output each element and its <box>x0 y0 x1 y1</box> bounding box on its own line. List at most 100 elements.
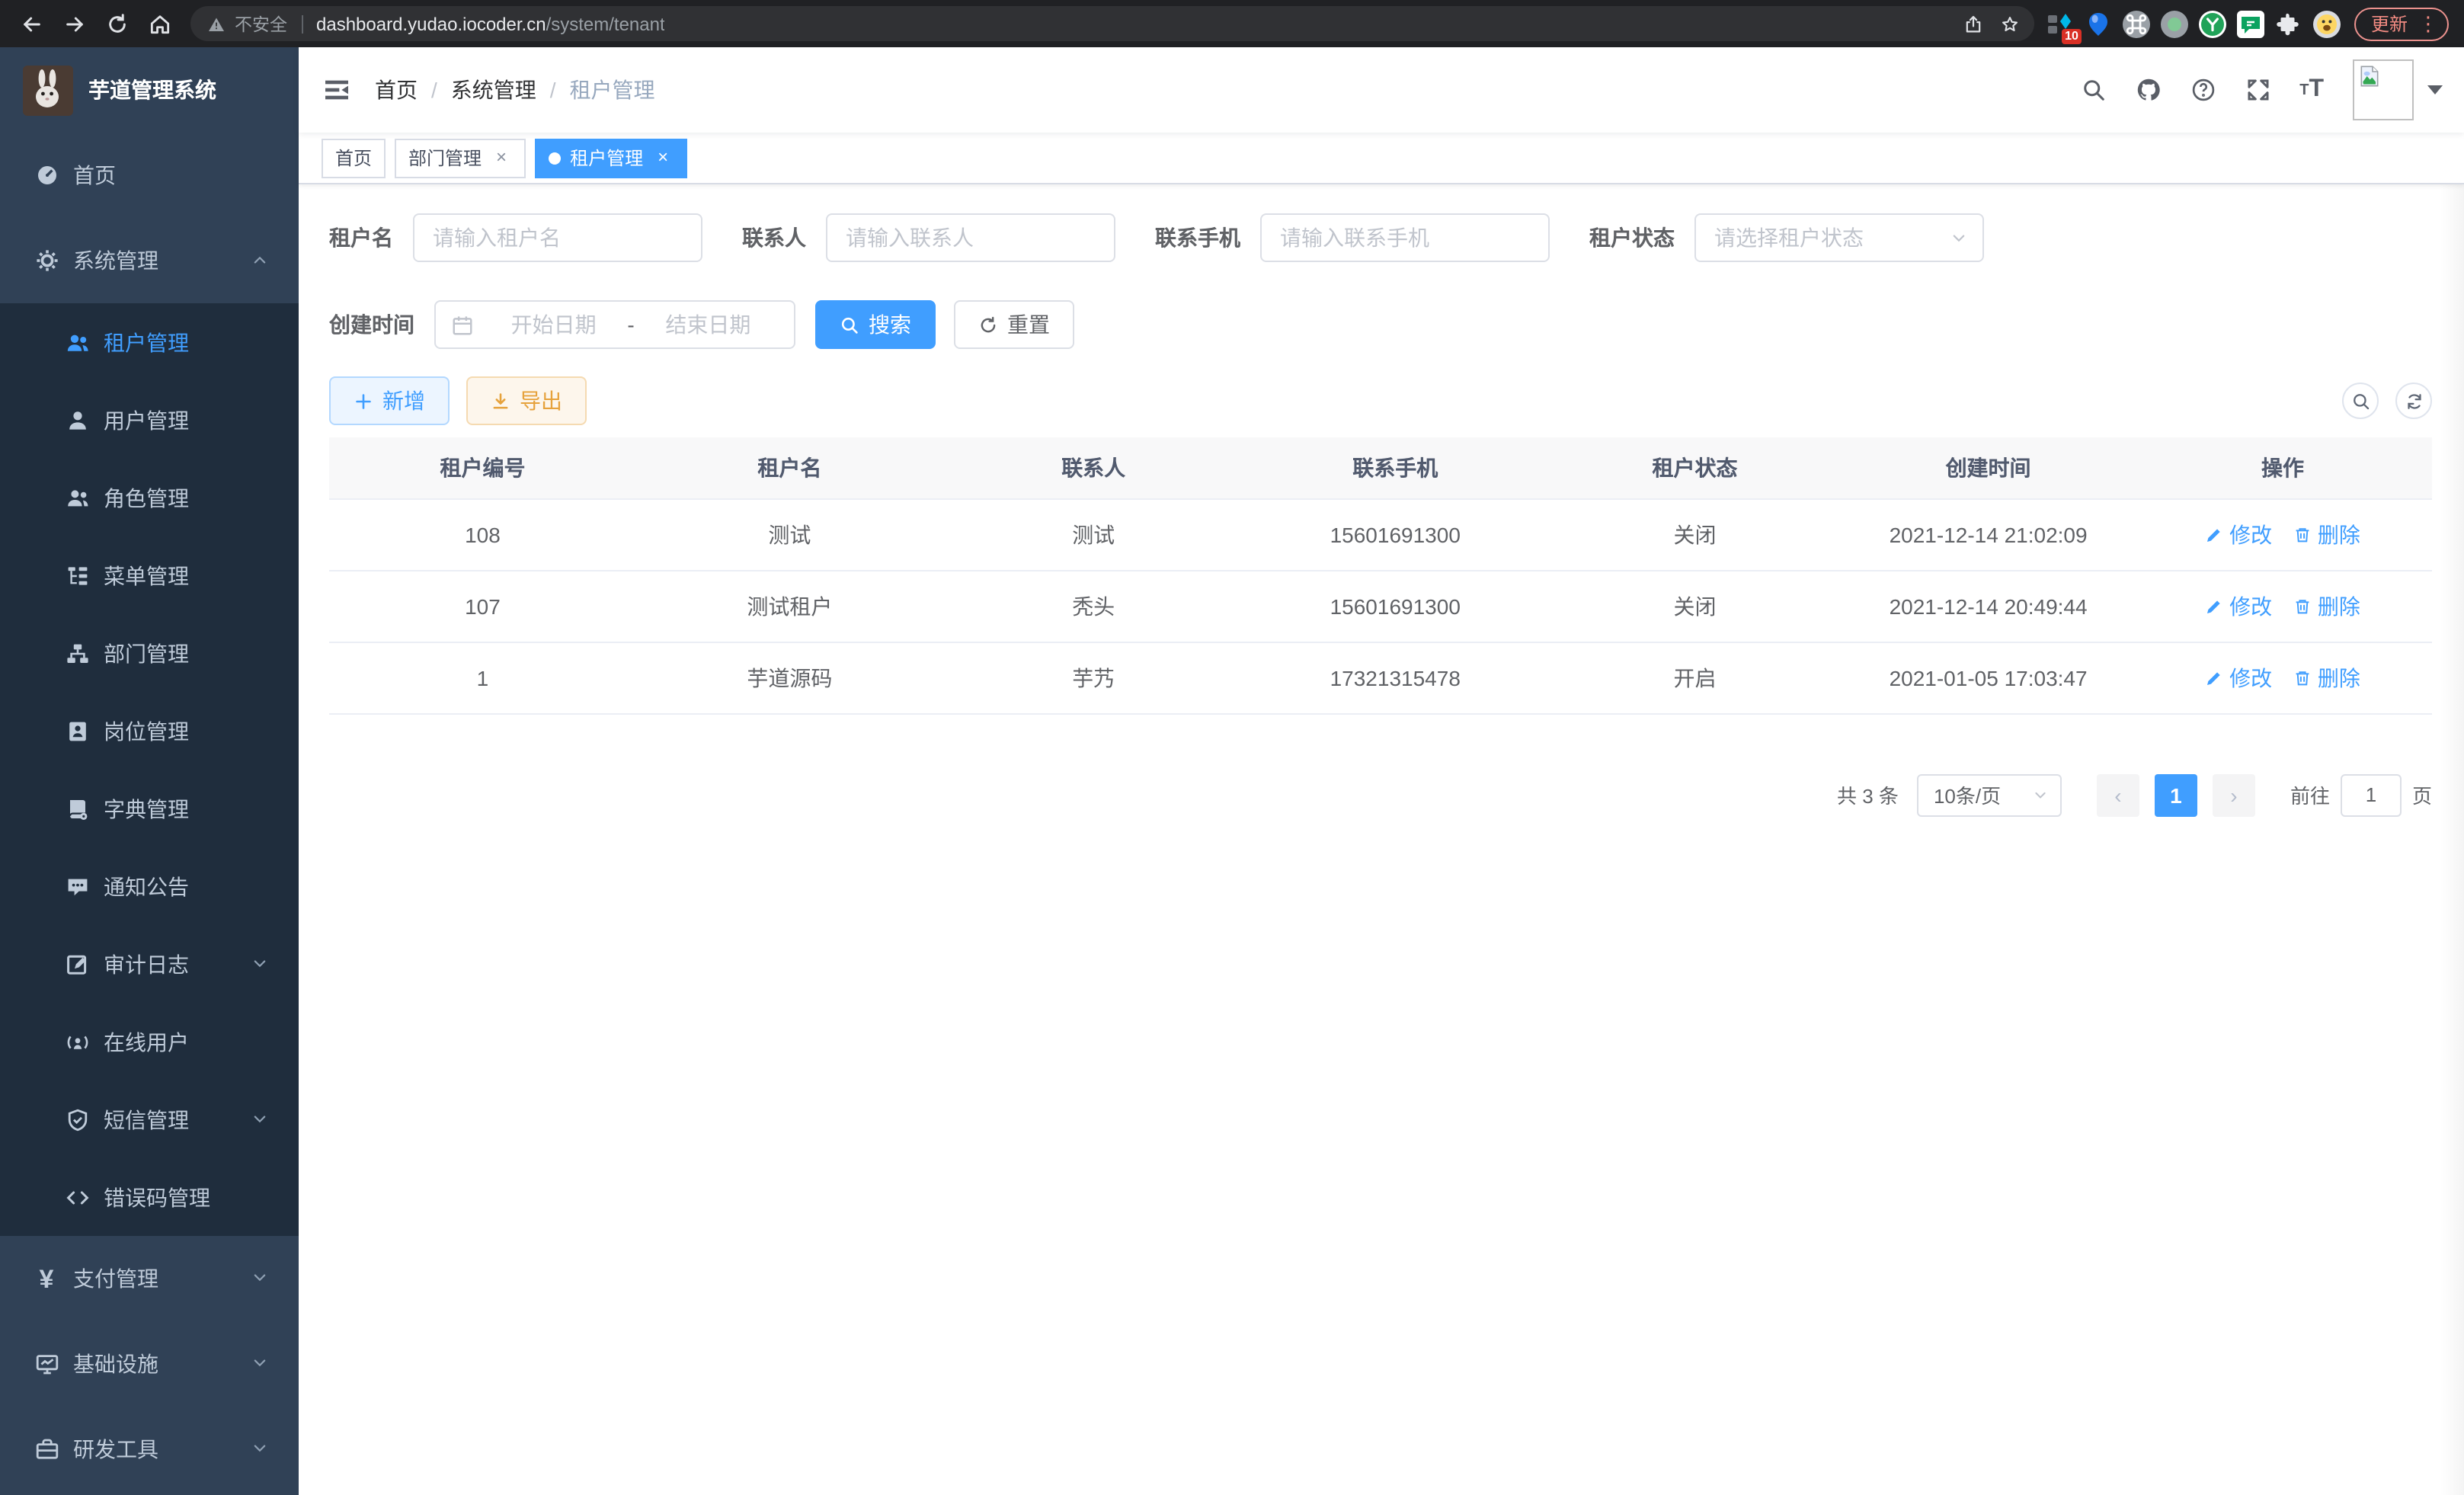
sidebar-item-online-users[interactable]: 在线用户 <box>0 1003 299 1080</box>
sidebar-item-audit-log[interactable]: 审计日志 <box>0 925 299 1003</box>
breadcrumb-home[interactable]: 首页 <box>375 75 418 105</box>
page-number-button[interactable]: 1 <box>2155 773 2197 816</box>
address-bar[interactable]: 不安全 dashboard.yudao.iocoder.cn/system/te… <box>190 6 2034 41</box>
extension-balloon-icon[interactable] <box>2085 10 2112 37</box>
status-select[interactable]: 请选择租户状态 <box>1694 213 1984 262</box>
page-size-select[interactable]: 10条/页 <box>1917 773 2062 816</box>
browser-menu-dots-icon[interactable]: ⋮ <box>2418 11 2438 36</box>
menu-tree-icon <box>64 562 90 588</box>
browser-forward-button[interactable] <box>55 5 93 43</box>
sidebar-item-roles[interactable]: 角色管理 <box>0 459 299 536</box>
security-status[interactable]: 不安全 <box>207 11 287 36</box>
contact-input[interactable] <box>826 213 1115 262</box>
tenant-table: 租户编号 租户名 联系人 联系手机 租户状态 创建时间 操作 108 测试 <box>329 437 2432 714</box>
header-search-button[interactable] <box>2066 76 2121 104</box>
create-time-range-picker[interactable]: 开始日期 - 结束日期 <box>434 300 795 349</box>
sidebar: 芋道管理系统 首页 系统管理 租户管理 用户管理 <box>0 47 299 1495</box>
delete-link[interactable]: 删除 <box>2293 591 2360 621</box>
sidebar-item-label: 租户管理 <box>104 327 189 357</box>
sidebar-item-users[interactable]: 用户管理 <box>0 381 299 459</box>
app-logo-row[interactable]: 芋道管理系统 <box>0 47 299 133</box>
browser-back-button[interactable] <box>12 5 50 43</box>
tag-home[interactable]: 首页 <box>322 138 386 178</box>
bookmark-button[interactable] <box>1992 8 2028 40</box>
fullscreen-button[interactable] <box>2231 76 2286 104</box>
refresh-table-button[interactable] <box>2395 383 2432 419</box>
sidebar-item-system[interactable]: 系统管理 <box>0 218 299 303</box>
browser-home-button[interactable] <box>140 5 178 43</box>
delete-link[interactable]: 删除 <box>2293 519 2360 549</box>
update-label: 更新 <box>2371 11 2408 37</box>
fullscreen-icon <box>2245 76 2272 104</box>
edit-link[interactable]: 修改 <box>2205 591 2272 621</box>
sidebar-item-departments[interactable]: 部门管理 <box>0 614 299 692</box>
avatar-dropdown-caret[interactable] <box>2427 85 2443 94</box>
cell-tenant-id: 1 <box>329 642 636 713</box>
edit-icon <box>2205 525 2223 543</box>
sidebar-item-dev-tools[interactable]: 研发工具 <box>0 1407 299 1492</box>
github-button[interactable] <box>2121 76 2176 104</box>
extension-chat-icon[interactable] <box>2237 10 2264 37</box>
prev-page-button[interactable]: ‹ <box>2097 773 2139 816</box>
column-header: 操作 <box>2133 437 2432 498</box>
edit-link[interactable]: 修改 <box>2205 662 2272 693</box>
delete-link[interactable]: 删除 <box>2293 662 2360 693</box>
table-tools <box>2342 383 2432 419</box>
font-size-button[interactable]: TT <box>2286 76 2338 104</box>
add-button[interactable]: 新增 <box>329 376 450 425</box>
extensions-puzzle-icon[interactable] <box>2275 10 2302 37</box>
sidebar-item-infrastructure[interactable]: 基础设施 <box>0 1321 299 1407</box>
help-button[interactable] <box>2176 76 2231 104</box>
tenant-name-input[interactable] <box>413 213 702 262</box>
sidebar-item-payment[interactable]: ¥ 支付管理 <box>0 1236 299 1321</box>
browser-update-menu[interactable]: 更新 ⋮ <box>2354 7 2449 40</box>
cell-actions: 修改 删除 <box>2133 642 2432 713</box>
chevron-down-icon <box>251 1352 268 1376</box>
filter-row-2: 创建时间 开始日期 - 结束日期 搜索 重置 <box>329 300 2432 349</box>
sidebar-item-sms[interactable]: 短信管理 <box>0 1080 299 1158</box>
warning-icon <box>207 14 226 33</box>
top-navbar: 首页 / 系统管理 / 租户管理 TT <box>299 47 2464 133</box>
avatar[interactable] <box>2353 59 2414 120</box>
table-toolbar: 新增 导出 <box>329 376 2432 425</box>
date-start-placeholder: 开始日期 <box>483 309 624 340</box>
sidebar-item-announcements[interactable]: 通知公告 <box>0 847 299 925</box>
extension-command-icon[interactable] <box>2123 10 2150 37</box>
sidebar-item-label: 岗位管理 <box>104 715 189 746</box>
sidebar-item-menus[interactable]: 菜单管理 <box>0 536 299 614</box>
toggle-search-button[interactable] <box>2342 383 2379 419</box>
export-button[interactable]: 导出 <box>466 376 587 425</box>
mobile-input[interactable] <box>1260 213 1550 262</box>
next-page-button[interactable]: › <box>2213 773 2255 816</box>
toolbox-icon <box>34 1436 59 1462</box>
browser-reload-button[interactable] <box>98 5 136 43</box>
filter-create-time: 创建时间 开始日期 - 结束日期 <box>329 300 795 349</box>
sidebar-item-posts[interactable]: 岗位管理 <box>0 692 299 770</box>
search-button[interactable]: 搜索 <box>815 300 936 349</box>
roles-icon <box>64 485 90 511</box>
sidebar-collapse-button[interactable] <box>299 75 375 105</box>
tag-department[interactable]: 部门管理 × <box>395 138 526 178</box>
extension-tampermonkey-icon[interactable]: 10 <box>2046 10 2074 37</box>
sidebar-item-label: 角色管理 <box>104 482 189 513</box>
extension-emoji-avatar[interactable] <box>2313 10 2341 37</box>
sidebar-item-dictionary[interactable]: 字典管理 <box>0 770 299 847</box>
goto-page-input[interactable] <box>2341 773 2402 816</box>
reset-button[interactable]: 重置 <box>954 300 1074 349</box>
goto-label: 前往 <box>2290 780 2330 809</box>
tag-tenant-active[interactable]: 租户管理 × <box>535 138 687 178</box>
chevron-down-icon <box>251 1266 268 1291</box>
sidebar-item-home[interactable]: 首页 <box>0 133 299 218</box>
breadcrumb-system[interactable]: 系统管理 <box>451 75 536 105</box>
share-button[interactable] <box>1955 8 1992 40</box>
tag-close-icon[interactable]: × <box>491 147 512 168</box>
sidebar-item-tenant[interactable]: 租户管理 <box>0 303 299 381</box>
extension-yudao-icon[interactable] <box>2199 10 2226 37</box>
delete-link-label: 删除 <box>2318 662 2360 693</box>
filter-status: 租户状态 请选择租户状态 <box>1589 213 1984 262</box>
tag-close-icon[interactable]: × <box>652 147 674 168</box>
cell-tenant-id: 107 <box>329 570 636 642</box>
edit-link[interactable]: 修改 <box>2205 519 2272 549</box>
extension-recorder-icon[interactable] <box>2161 10 2188 37</box>
sidebar-item-error-codes[interactable]: 错误码管理 <box>0 1158 299 1236</box>
